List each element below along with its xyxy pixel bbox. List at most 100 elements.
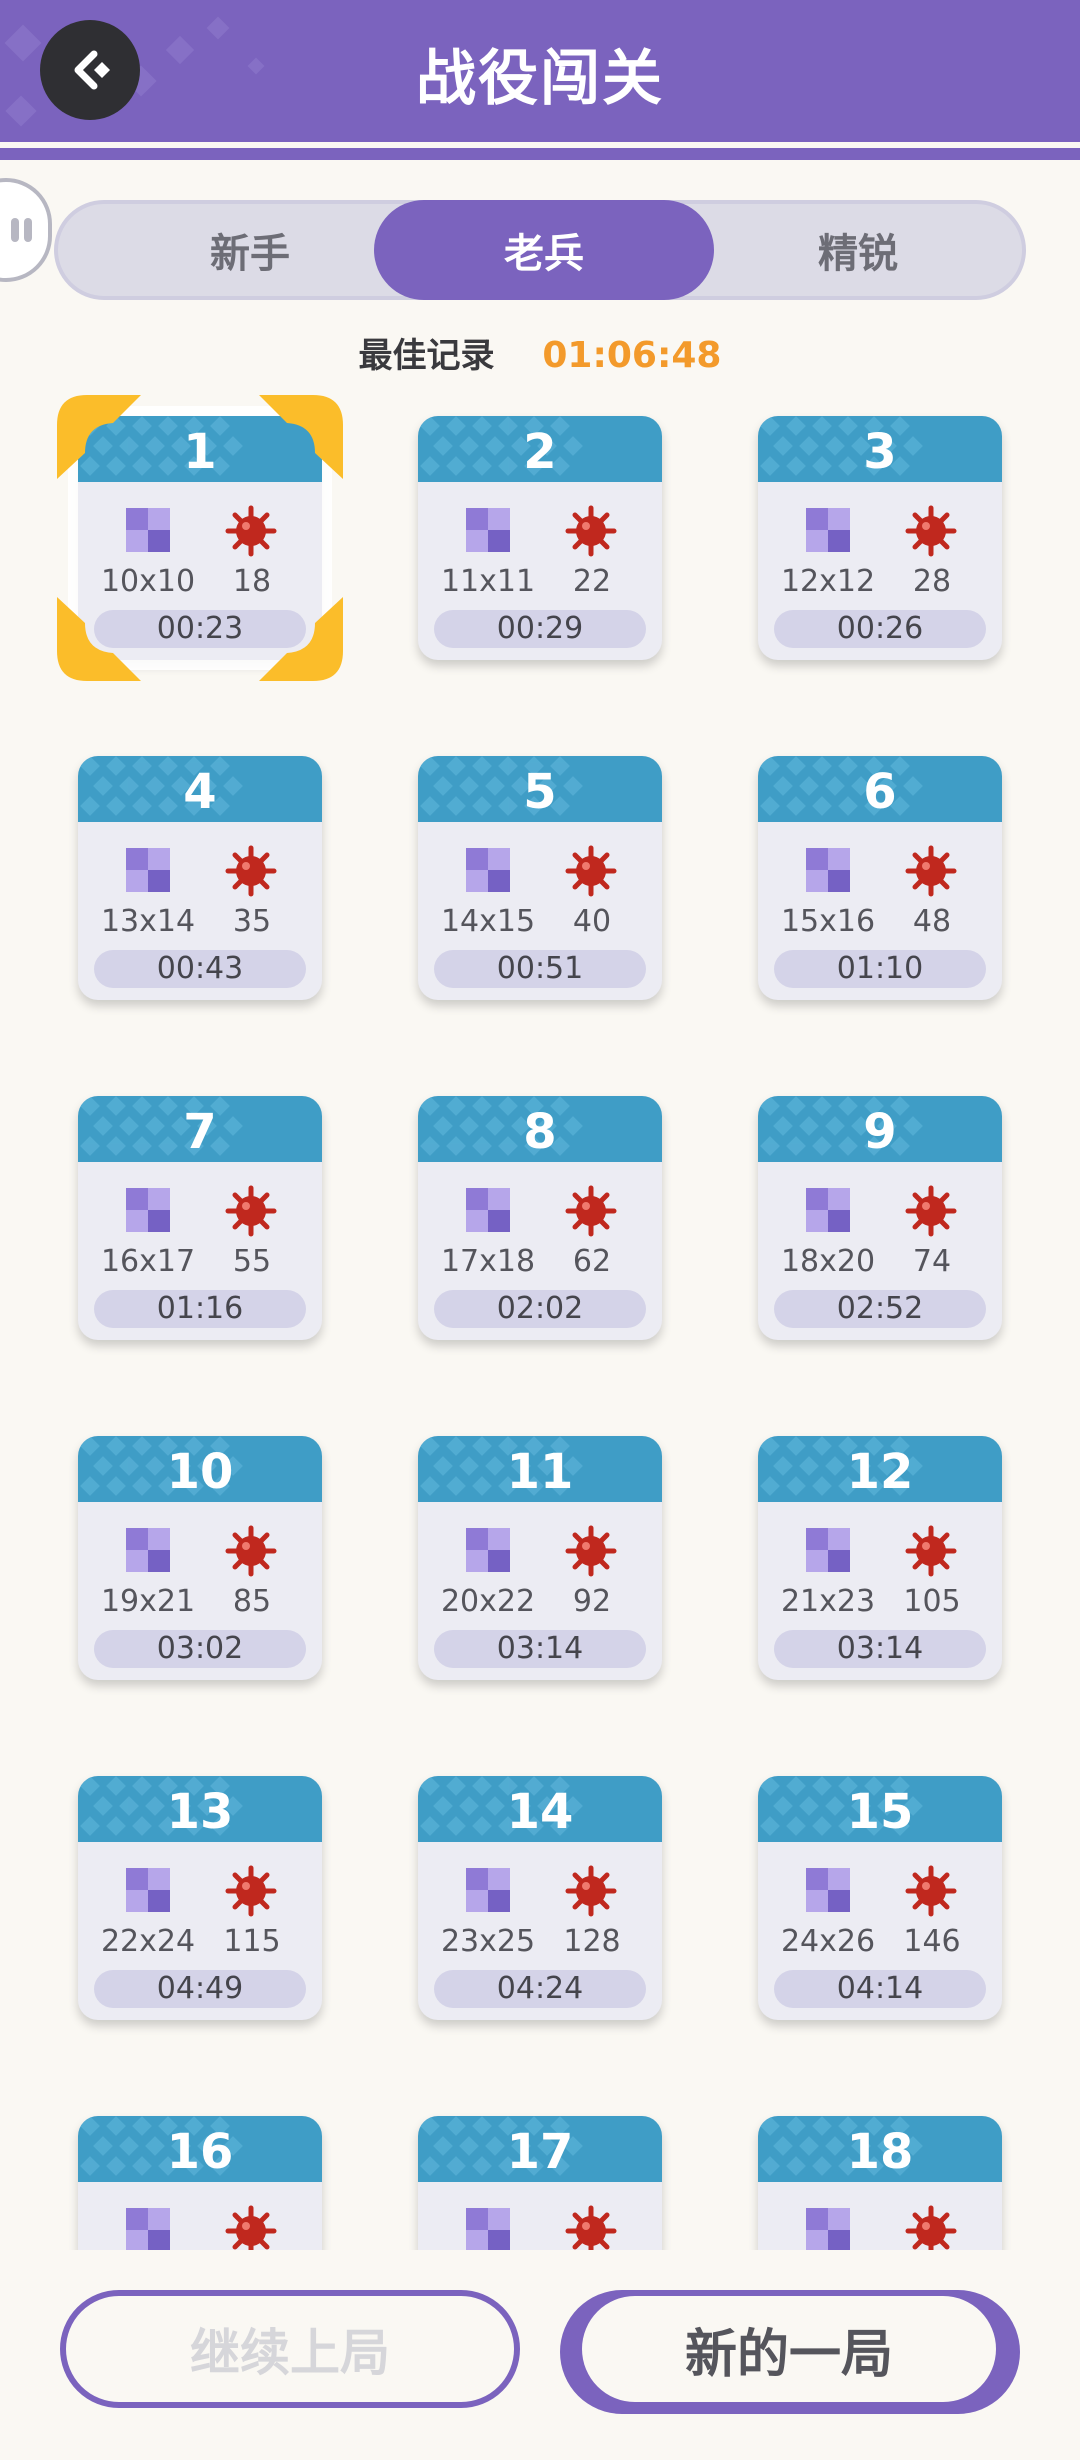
mine-icon [905, 505, 957, 557]
level-grid: 1 10x10 18 00:23 2 11x11 22 00:29 3 12x12 28 00:26 4… [0, 380, 1080, 2250]
board-size-icon [126, 1188, 170, 1232]
header-divider [0, 148, 1080, 160]
level-number: 2 [523, 424, 557, 480]
best-time: 01:16 [94, 1290, 306, 1328]
tab-elite[interactable]: 精锐 [688, 200, 1028, 300]
board-size: 16x17 [100, 1244, 196, 1279]
new-game-label: 新的一局 [582, 2296, 996, 2402]
level-card-header: 11 [418, 1436, 662, 1502]
level-card-header: 3 [758, 416, 1002, 482]
mine-count: 128 [563, 1924, 621, 1959]
bottom-bar: 继续上局 新的一局 [0, 2250, 1080, 2460]
level-number: 7 [183, 1104, 217, 1160]
mine-icon [905, 845, 957, 897]
mine-count: 92 [572, 1584, 612, 1619]
board-size: 12x12 [780, 564, 876, 599]
mine-icon [905, 1525, 957, 1577]
tab-veteran[interactable]: 老兵 [374, 200, 714, 300]
best-time: 02:02 [434, 1290, 646, 1328]
level-card-header: 16 [78, 2116, 322, 2182]
level-card[interactable]: 3 12x12 28 00:26 [758, 416, 1002, 660]
board-size-icon [466, 848, 510, 892]
level-card[interactable]: 12 21x23 105 03:14 [758, 1436, 1002, 1680]
level-icons [418, 2205, 662, 2250]
mine-icon [225, 845, 277, 897]
level-card[interactable]: 9 18x20 74 02:52 [758, 1096, 1002, 1340]
level-number: 16 [166, 2124, 234, 2180]
best-record-value: 01:06:48 [542, 335, 722, 376]
level-number: 14 [506, 1784, 574, 1840]
level-card[interactable]: 6 15x16 48 01:10 [758, 756, 1002, 1000]
level-card-header: 10 [78, 1436, 322, 1502]
level-card[interactable]: 7 16x17 55 01:16 [78, 1096, 322, 1340]
continue-button[interactable]: 继续上局 [60, 2290, 520, 2408]
level-card[interactable]: 14 23x25 128 04:24 [418, 1776, 662, 2020]
level-icons [78, 2205, 322, 2250]
side-drawer-handle[interactable] [0, 178, 52, 282]
board-size-icon [466, 1528, 510, 1572]
level-number: 5 [523, 764, 557, 820]
level-number: 11 [506, 1444, 574, 1500]
level-icons [418, 505, 662, 557]
level-number: 15 [846, 1784, 914, 1840]
best-time: 00:43 [94, 950, 306, 988]
best-time: 03:02 [94, 1630, 306, 1668]
handle-grip-icon [24, 218, 32, 242]
level-icons [758, 845, 1002, 897]
level-card-header: 6 [758, 756, 1002, 822]
level-card[interactable]: 15 24x26 146 04:14 [758, 1776, 1002, 2020]
board-size: 13x14 [100, 904, 196, 939]
new-game-button[interactable]: 新的一局 [560, 2290, 1020, 2414]
level-card[interactable]: 4 13x14 35 00:43 [78, 756, 322, 1000]
level-card[interactable]: 11 20x22 92 03:14 [418, 1436, 662, 1680]
level-card[interactable]: 2 11x11 22 00:29 [418, 416, 662, 660]
level-card-header: 17 [418, 2116, 662, 2182]
board-size-icon [806, 1528, 850, 1572]
best-record-label: 最佳记录 [358, 336, 495, 376]
level-icons [758, 1525, 1002, 1577]
mine-icon [905, 1865, 957, 1917]
best-time: 01:10 [774, 950, 986, 988]
best-time: 00:51 [434, 950, 646, 988]
app-header: 战役闯关 [0, 0, 1080, 142]
level-card[interactable]: 8 17x18 62 02:02 [418, 1096, 662, 1340]
mine-icon [225, 1525, 277, 1577]
level-icons [78, 845, 322, 897]
board-size-icon [126, 1528, 170, 1572]
level-card[interactable]: 10 19x21 85 03:02 [78, 1436, 322, 1680]
level-number: 8 [523, 1104, 557, 1160]
mine-count: 115 [223, 1924, 281, 1959]
board-size: 11x11 [440, 564, 536, 599]
best-time: 03:14 [434, 1630, 646, 1668]
board-size: 24x26 [780, 1924, 876, 1959]
board-size: 17x18 [440, 1244, 536, 1279]
mine-count: 146 [903, 1924, 961, 1959]
level-card-header: 5 [418, 756, 662, 822]
mine-icon [905, 1185, 957, 1237]
board-size: 18x20 [780, 1244, 876, 1279]
board-size: 22x24 [100, 1924, 196, 1959]
mine-count: 62 [572, 1244, 612, 1279]
mine-icon [905, 2205, 957, 2250]
level-icons [418, 1525, 662, 1577]
level-icons [758, 1185, 1002, 1237]
selection-corners-icon [57, 395, 343, 681]
level-icons [758, 505, 1002, 557]
mine-icon [565, 1185, 617, 1237]
best-time: 00:26 [774, 610, 986, 648]
board-size: 14x15 [440, 904, 536, 939]
level-number: 10 [166, 1444, 234, 1500]
level-card-header: 13 [78, 1776, 322, 1842]
level-card[interactable]: 16 [78, 2116, 322, 2250]
tab-novice[interactable]: 新手 [80, 200, 420, 300]
level-card[interactable]: 17 [418, 2116, 662, 2250]
mine-count: 74 [912, 1244, 952, 1279]
level-card-header: 14 [418, 1776, 662, 1842]
level-card[interactable]: 13 22x24 115 04:49 [78, 1776, 322, 2020]
level-icons [78, 1525, 322, 1577]
mine-count: 105 [903, 1584, 961, 1619]
mine-count: 85 [232, 1584, 272, 1619]
level-card[interactable]: 5 14x15 40 00:51 [418, 756, 662, 1000]
level-card[interactable]: 18 [758, 2116, 1002, 2250]
level-card-header: 7 [78, 1096, 322, 1162]
